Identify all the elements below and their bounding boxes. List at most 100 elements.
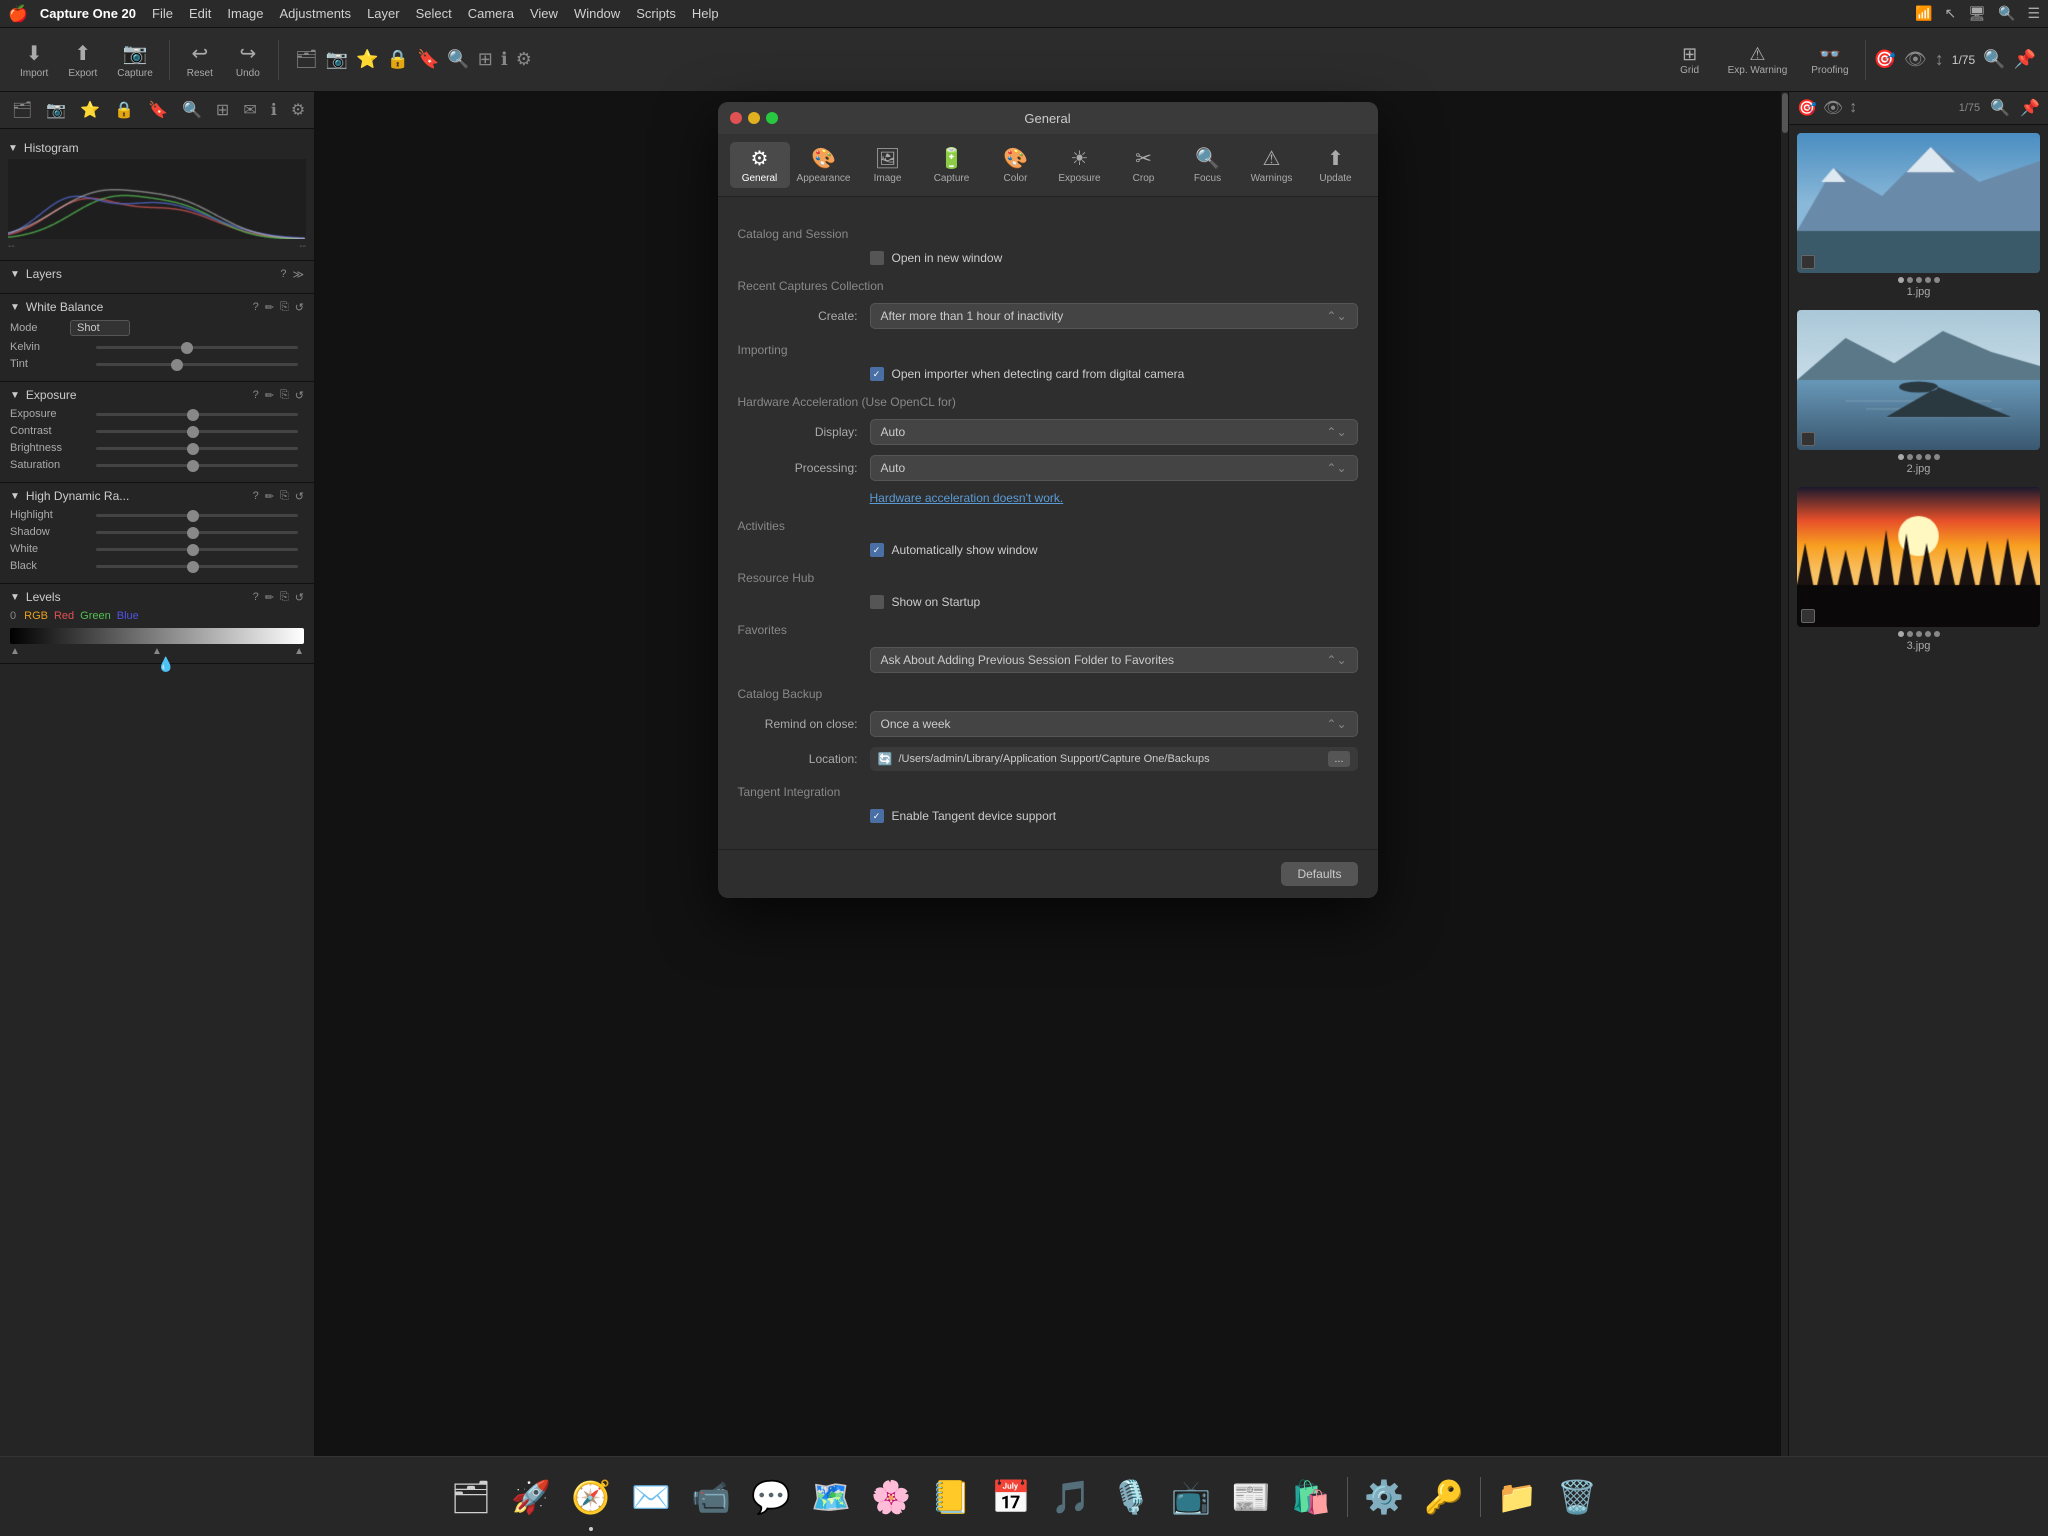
tag-tool-icon[interactable]: 🔖 (144, 98, 172, 122)
menu-image[interactable]: Image (227, 6, 263, 21)
levels-blue-tab[interactable]: Blue (117, 610, 139, 622)
thumbnail-2[interactable]: 2.jpg (1797, 310, 2040, 475)
exposure-reset[interactable]: ↺ (295, 389, 304, 402)
hw-warning-link[interactable]: Hardware acceleration doesn't work. (870, 491, 1064, 505)
saturation-thumb[interactable] (187, 460, 199, 472)
dock-calendar[interactable]: 📅 (983, 1469, 1039, 1525)
levels-edit[interactable]: ✏ (265, 591, 274, 604)
processing-select[interactable]: Auto ⌃⌄ (870, 455, 1358, 481)
maximize-button[interactable] (766, 112, 778, 124)
layers-more[interactable]: ≫ (292, 268, 304, 281)
levels-copy[interactable]: ⎘ (280, 591, 289, 604)
info-icon[interactable]: ℹ (501, 49, 508, 70)
dtb-focus[interactable]: 🔍 Focus (1178, 142, 1238, 188)
wb-copy[interactable]: ⎘ (280, 301, 289, 314)
undo-button[interactable]: ↪ Undo (226, 37, 270, 83)
wb-help[interactable]: ? (253, 301, 259, 314)
dock-tv[interactable]: 📺 (1163, 1469, 1219, 1525)
wb-header[interactable]: ▼ White Balance ? ✏ ⎘ ↺ (10, 300, 304, 314)
dtb-update[interactable]: ⬆ Update (1306, 142, 1366, 188)
levels-reset[interactable]: ↺ (295, 591, 304, 604)
apple-menu[interactable]: 🍎 (8, 4, 28, 24)
exposure-edit[interactable]: ✏ (265, 389, 274, 402)
levels-rgb-tab[interactable]: RGB (24, 610, 48, 622)
dock-photos[interactable]: 🌸 (863, 1469, 919, 1525)
menu-file[interactable]: File (152, 6, 173, 21)
camera-view-icon[interactable]: 📷 (326, 49, 348, 70)
dtb-general[interactable]: ⚙ General (730, 142, 790, 188)
target-right-icon[interactable]: 🎯 (1797, 98, 1817, 118)
dock-notes[interactable]: 📒 (923, 1469, 979, 1525)
dock-finder[interactable]: 🗂 (443, 1469, 499, 1525)
menu-scripts[interactable]: Scripts (636, 6, 676, 21)
wb-kelvin-thumb[interactable] (181, 342, 193, 354)
white-thumb[interactable] (187, 544, 199, 556)
sort-icon[interactable]: ↕ (1935, 49, 1944, 70)
open-importer-checkbox[interactable]: ✓ (870, 367, 884, 381)
minimize-button[interactable] (748, 112, 760, 124)
hdr-help[interactable]: ? (253, 490, 259, 503)
open-new-window-checkbox[interactable] (870, 251, 884, 265)
create-select[interactable]: After more than 1 hour of inactivity ⌃⌄ (870, 303, 1358, 329)
dock-mail[interactable]: ✉️ (623, 1469, 679, 1525)
histogram-header[interactable]: ▼ Histogram (8, 137, 306, 159)
grid-button[interactable]: ⊞ Grid (1668, 40, 1712, 80)
grid-icon-toolbar[interactable]: ⊞ (478, 49, 493, 70)
exposure-copy[interactable]: ⎘ (280, 389, 289, 402)
list-icon[interactable]: ☰ (2027, 5, 2040, 22)
wb-edit[interactable]: ✏ (265, 301, 274, 314)
lock-tool-icon[interactable]: 🔒 (110, 98, 138, 122)
pin-right-icon[interactable]: 📌 (2020, 98, 2040, 118)
folder-tool-icon[interactable]: 🗂 (8, 98, 36, 122)
eye-icon[interactable]: 👁 (1904, 49, 1927, 70)
layers-header[interactable]: ▼ Layers ? ≫ (10, 267, 304, 281)
export-button[interactable]: ⬆ Export (60, 37, 105, 83)
dock-music[interactable]: 🎵 (1043, 1469, 1099, 1525)
brightness-thumb[interactable] (187, 443, 199, 455)
target-icon[interactable]: 🎯 (1874, 49, 1896, 70)
thumbnail-3-checkbox[interactable] (1801, 609, 1815, 623)
wb-reset[interactable]: ↺ (295, 301, 304, 314)
import-button[interactable]: ⬇ Import (12, 37, 56, 83)
highlight-thumb[interactable] (187, 510, 199, 522)
show-startup-checkbox[interactable] (870, 595, 884, 609)
dock-trash[interactable]: 🗑️ (1549, 1469, 1605, 1525)
menu-layer[interactable]: Layer (367, 6, 400, 21)
layers-help[interactable]: ? (280, 268, 286, 281)
levels-green-tab[interactable]: Green (80, 610, 111, 622)
menu-window[interactable]: Window (574, 6, 620, 21)
dock-news[interactable]: 📰 (1223, 1469, 1279, 1525)
dock-folder[interactable]: 📁 (1489, 1469, 1545, 1525)
camera-tool-icon[interactable]: 📷 (42, 98, 70, 122)
menu-camera[interactable]: Camera (468, 6, 514, 21)
hdr-copy[interactable]: ⎘ (280, 490, 289, 503)
dock-appstore[interactable]: 🛍️ (1283, 1469, 1339, 1525)
dock-launchpad[interactable]: 🚀 (503, 1469, 559, 1525)
dock-sysprefs[interactable]: ⚙️ (1356, 1469, 1412, 1525)
dock-messages[interactable]: 💬 (743, 1469, 799, 1525)
thumbnail-2-checkbox[interactable] (1801, 432, 1815, 446)
settings-icon[interactable]: ⚙ (516, 49, 532, 70)
levels-header[interactable]: ▼ Levels ? ✏ ⎘ ↺ (10, 590, 304, 604)
levels-help[interactable]: ? (253, 591, 259, 604)
thumbnail-3[interactable]: 3.jpg (1797, 487, 2040, 652)
folder-view-icon[interactable]: 🗂 (295, 49, 318, 70)
dtb-color[interactable]: 🎨 Color (986, 142, 1046, 188)
dtb-capture[interactable]: 🔋 Capture (922, 142, 982, 188)
scrollbar-thumb[interactable] (1782, 93, 1788, 133)
dock-safari[interactable]: 🧭 (563, 1469, 619, 1525)
favorites-select[interactable]: Ask About Adding Previous Session Folder… (870, 647, 1358, 673)
menu-edit[interactable]: Edit (189, 6, 211, 21)
menu-help[interactable]: Help (692, 6, 719, 21)
dtb-crop[interactable]: ✂ Crop (1114, 142, 1174, 188)
tangent-checkbox[interactable]: ✓ (870, 809, 884, 823)
search-icon[interactable]: 🔍 (1998, 5, 2015, 22)
proofing-button[interactable]: 👓 Proofing (1803, 40, 1856, 80)
wb-tint-thumb[interactable] (171, 359, 183, 371)
tag-icon[interactable]: 🔖 (417, 49, 439, 70)
search-tool-icon[interactable]: 🔍 (178, 98, 206, 122)
sort-right-icon[interactable]: ↕ (1849, 99, 1857, 117)
dtb-warnings[interactable]: ⚠ Warnings (1242, 142, 1302, 188)
exposure-header[interactable]: ▼ Exposure ? ✏ ⎘ ↺ (10, 388, 304, 402)
capture-button[interactable]: 📷 Capture (109, 37, 161, 83)
